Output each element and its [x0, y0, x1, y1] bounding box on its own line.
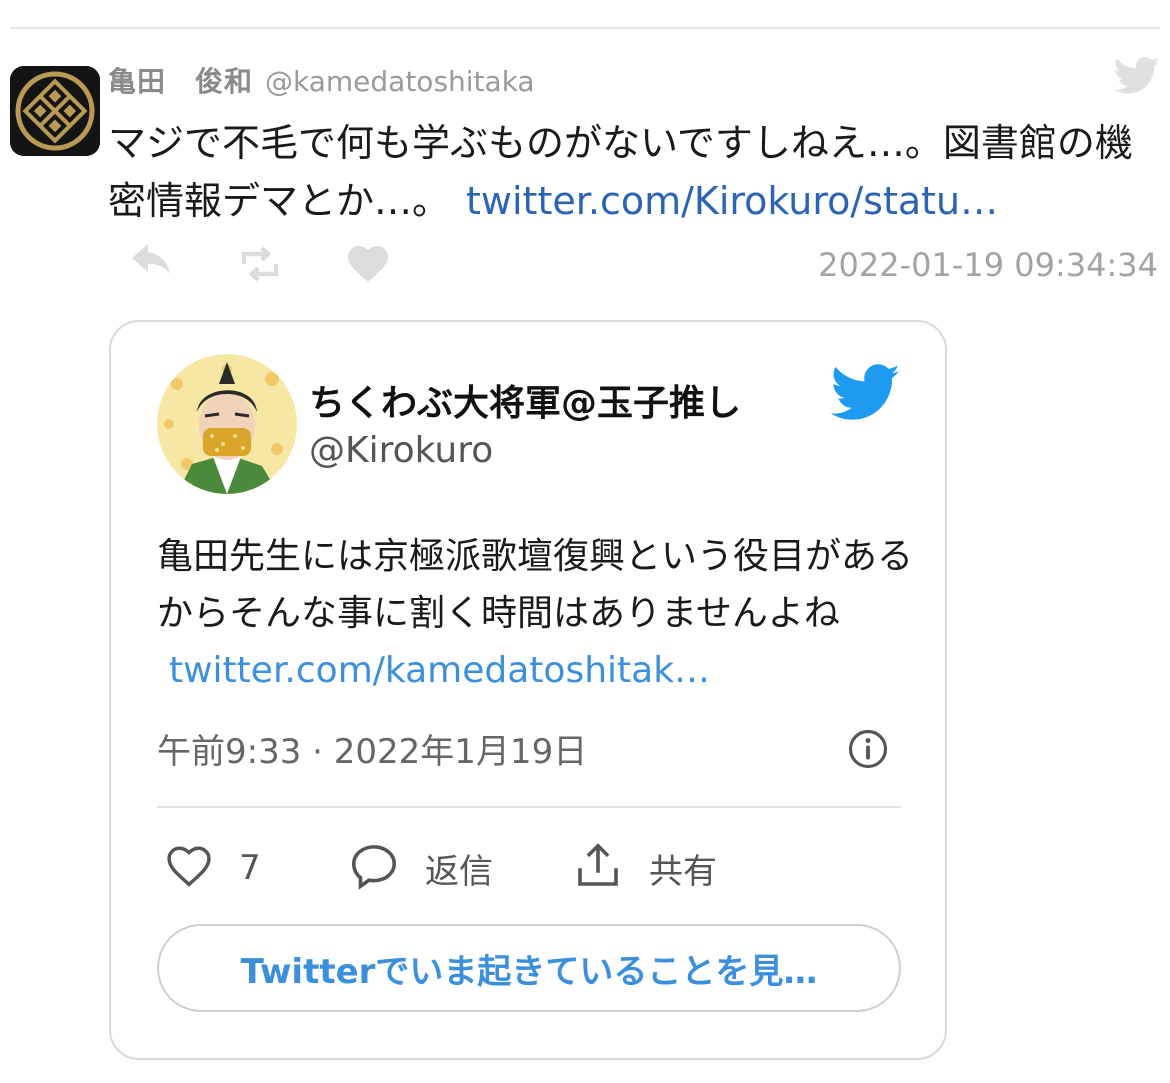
- heart-icon: [163, 840, 215, 896]
- tweet-header: 亀田 俊和 @kamedatoshitaka: [108, 60, 535, 98]
- reply-icon[interactable]: [128, 240, 176, 288]
- reply-label: 返信: [425, 851, 493, 892]
- info-icon[interactable]: [847, 728, 889, 770]
- embed-divider: [157, 806, 901, 808]
- embed-tweet-body: 亀田先生には京極派歌壇復興という役目があるからそんな事に割く時間はありませんよね: [157, 536, 914, 634]
- like-action[interactable]: 7: [163, 840, 261, 896]
- embed-tweet-link[interactable]: twitter.com/kamedatoshitak…: [169, 650, 710, 691]
- retweet-icon[interactable]: [236, 240, 284, 288]
- embed-tweet-text: 亀田先生には京極派歌壇復興という役目があるからそんな事に割く時間はありませんよね…: [157, 528, 917, 699]
- twitter-bird-icon: [1113, 56, 1160, 96]
- see-more-button[interactable]: Twitterでいま起きていることを見…: [157, 924, 901, 1012]
- share-label: 共有: [649, 851, 717, 892]
- like-count: 7: [239, 848, 261, 888]
- embed-author-name[interactable]: ちくわぶ大将軍@玉子推し: [309, 374, 741, 426]
- reply-action[interactable]: 返信: [347, 840, 493, 896]
- tweet-text: マジで不毛で何も学ぶものがないですしねえ…。図書館の機密情報デマとか…。 twit…: [108, 114, 1158, 230]
- tweet-timestamp[interactable]: 2022-01-19 09:34:34: [818, 246, 1158, 284]
- share-icon: [571, 839, 625, 897]
- embed-author-avatar[interactable]: [157, 354, 297, 494]
- embed-meta-date[interactable]: 午前9:33 · 2022年1月19日: [157, 724, 587, 773]
- twitter-bird-icon[interactable]: [830, 364, 901, 422]
- author-handle[interactable]: @kamedatoshitaka: [265, 65, 535, 98]
- heart-icon[interactable]: [344, 240, 392, 288]
- top-divider: [10, 27, 1160, 29]
- embed-author-handle[interactable]: @Kirokuro: [309, 430, 493, 471]
- tweet-link[interactable]: twitter.com/Kirokuro/statu…: [466, 179, 998, 223]
- embed-actions: 7 返信 共有: [157, 840, 901, 896]
- comment-icon: [347, 839, 401, 897]
- author-name[interactable]: 亀田 俊和: [108, 65, 253, 98]
- share-action[interactable]: 共有: [571, 840, 717, 896]
- embedded-tweet-card[interactable]: ちくわぶ大将軍@玉子推し @Kirokuro 亀田先生には京極派歌壇復興という役…: [109, 320, 947, 1060]
- author-avatar[interactable]: [10, 66, 100, 156]
